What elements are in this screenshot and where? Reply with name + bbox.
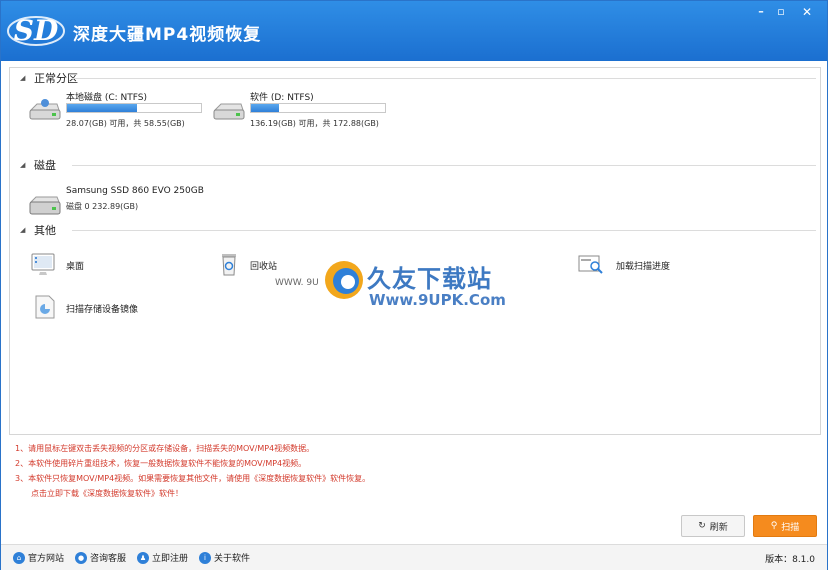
hard-drive-icon [213,103,245,120]
link-label: 咨询客服 [90,554,127,564]
recycle-bin-label: 回收站 [250,262,278,272]
section-partitions[interactable]: ◢ 正常分区 [20,71,816,85]
chat-icon: ● [75,551,87,564]
collapse-triangle-icon[interactable]: ◢ [20,161,34,169]
recycle-bin-icon [222,254,236,276]
watermark-side-text: WWW. 9U [275,278,319,288]
partition-name: 本地磁盘 (C: NTFS) [66,93,148,103]
partition-c[interactable]: 本地磁盘 (C: NTFS) 28.07(GB) 可用，共 58.55(GB) [28,90,208,130]
title-bar: SD 深度大疆MP4视频恢复 – ▫ ✕ [1,1,827,61]
usage-notes: 1、请用鼠标左键双击丢失视频的分区或存储设备，扫描丢失的MOV/MP4视频数据。… [15,441,815,501]
watermark-brand: 久友下载站 [367,265,492,293]
watermark-url: Www.9UPK.Com [369,291,506,309]
section-divider [72,78,816,79]
disk-image-icon [35,295,55,319]
collapse-triangle-icon[interactable]: ◢ [20,226,34,234]
official-site-link[interactable]: ⌂ 官方网站 [13,551,64,564]
hard-drive-icon [29,99,61,120]
link-label: 立即注册 [152,554,189,564]
desktop-label: 桌面 [66,262,85,272]
search-icon: ⚲ [770,521,778,531]
watermark: WWW. 9U 久友下载站 Www.9UPK.Com [275,255,519,315]
disk-info: 磁盘 0 232.89(GB) [66,202,139,211]
load-scan-progress-item[interactable]: 加载扫描进度 [578,251,698,277]
scan-button[interactable]: ⚲ 扫描 [753,515,817,537]
note-line: 2、本软件使用碎片重组技术，恢复一般数据恢复软件不能恢复的MOV/MP4视频。 [15,459,307,468]
scan-image-item[interactable]: 扫描存储设备镜像 [32,294,172,320]
desktop-item[interactable]: 桌面 [30,251,150,277]
section-divider [72,165,816,166]
collapse-triangle-icon[interactable]: ◢ [20,74,34,82]
disk-drive-icon [29,196,61,215]
partition-d[interactable]: 软件 (D: NTFS) 136.19(GB) 可用，共 172.88(GB) [212,90,392,130]
app-window: SD 深度大疆MP4视频恢复 – ▫ ✕ ◢ 正常分区 本地磁盘 (C: NTF… [0,0,828,570]
partition-name: 软件 (D: NTFS) [250,93,314,103]
section-disks[interactable]: ◢ 磁盘 [20,158,816,172]
version-label: 版本：8.1.0 [765,555,815,565]
usage-fill [67,104,137,112]
maximize-button[interactable]: ▫ [772,4,790,20]
desktop-icon [31,253,55,275]
link-label: 官方网站 [28,554,65,564]
app-logo: SD [7,14,65,47]
refresh-icon: ↻ [698,521,706,531]
disk-name: Samsung SSD 860 EVO 250GB [66,186,204,196]
device-panel: ◢ 正常分区 本地磁盘 (C: NTFS) 28.07(GB) 可用，共 58.… [9,67,821,435]
disk-0[interactable]: Samsung SSD 860 EVO 250GB 磁盘 0 232.89(GB… [28,186,228,226]
load-progress-icon [578,255,603,274]
link-label: 关于软件 [214,554,251,564]
about-link[interactable]: i 关于软件 [199,551,250,564]
app-title: 深度大疆MP4视频恢复 [73,25,262,45]
support-link[interactable]: ● 咨询客服 [75,551,126,564]
partition-info: 28.07(GB) 可用，共 58.55(GB) [66,119,185,128]
refresh-label: 刷新 [709,522,728,533]
section-divider [72,230,816,231]
download-link[interactable]: 点击立即下载《深度数据恢复软件》软件！ [15,486,815,501]
partition-usage-bar [66,103,202,113]
close-button[interactable]: ✕ [798,4,816,20]
note-line: 1、请用鼠标左键双击丢失视频的分区或存储设备，扫描丢失的MOV/MP4视频数据。 [15,444,315,453]
register-link[interactable]: ♟ 立即注册 [137,551,188,564]
watermark-logo-icon [325,261,363,299]
note-line: 3、本软件只恢复MOV/MP4视频。如果需要恢复其他文件，请使用《深度数据恢复软… [15,474,371,483]
status-bar: ⌂ 官方网站 ● 咨询客服 ♟ 立即注册 i 关于软件 版本：8.1.0 [1,544,827,570]
recycle-bin-item[interactable]: 回收站 [216,251,336,277]
section-title: 磁盘 [34,159,56,172]
user-icon: ♟ [137,551,149,564]
partition-usage-bar [250,103,386,113]
home-icon: ⌂ [13,551,25,564]
section-title: 其他 [34,224,56,237]
section-others[interactable]: ◢ 其他 [20,223,816,237]
scan-label: 扫描 [781,522,800,533]
minimize-button[interactable]: – [752,4,770,20]
svg-text:SD: SD [14,14,59,47]
usage-fill [251,104,280,112]
info-icon: i [199,551,211,564]
load-progress-label: 加载扫描进度 [616,262,671,272]
partition-info: 136.19(GB) 可用，共 172.88(GB) [250,119,379,128]
scan-image-label: 扫描存储设备镜像 [66,305,139,315]
refresh-button[interactable]: ↻ 刷新 [681,515,745,537]
